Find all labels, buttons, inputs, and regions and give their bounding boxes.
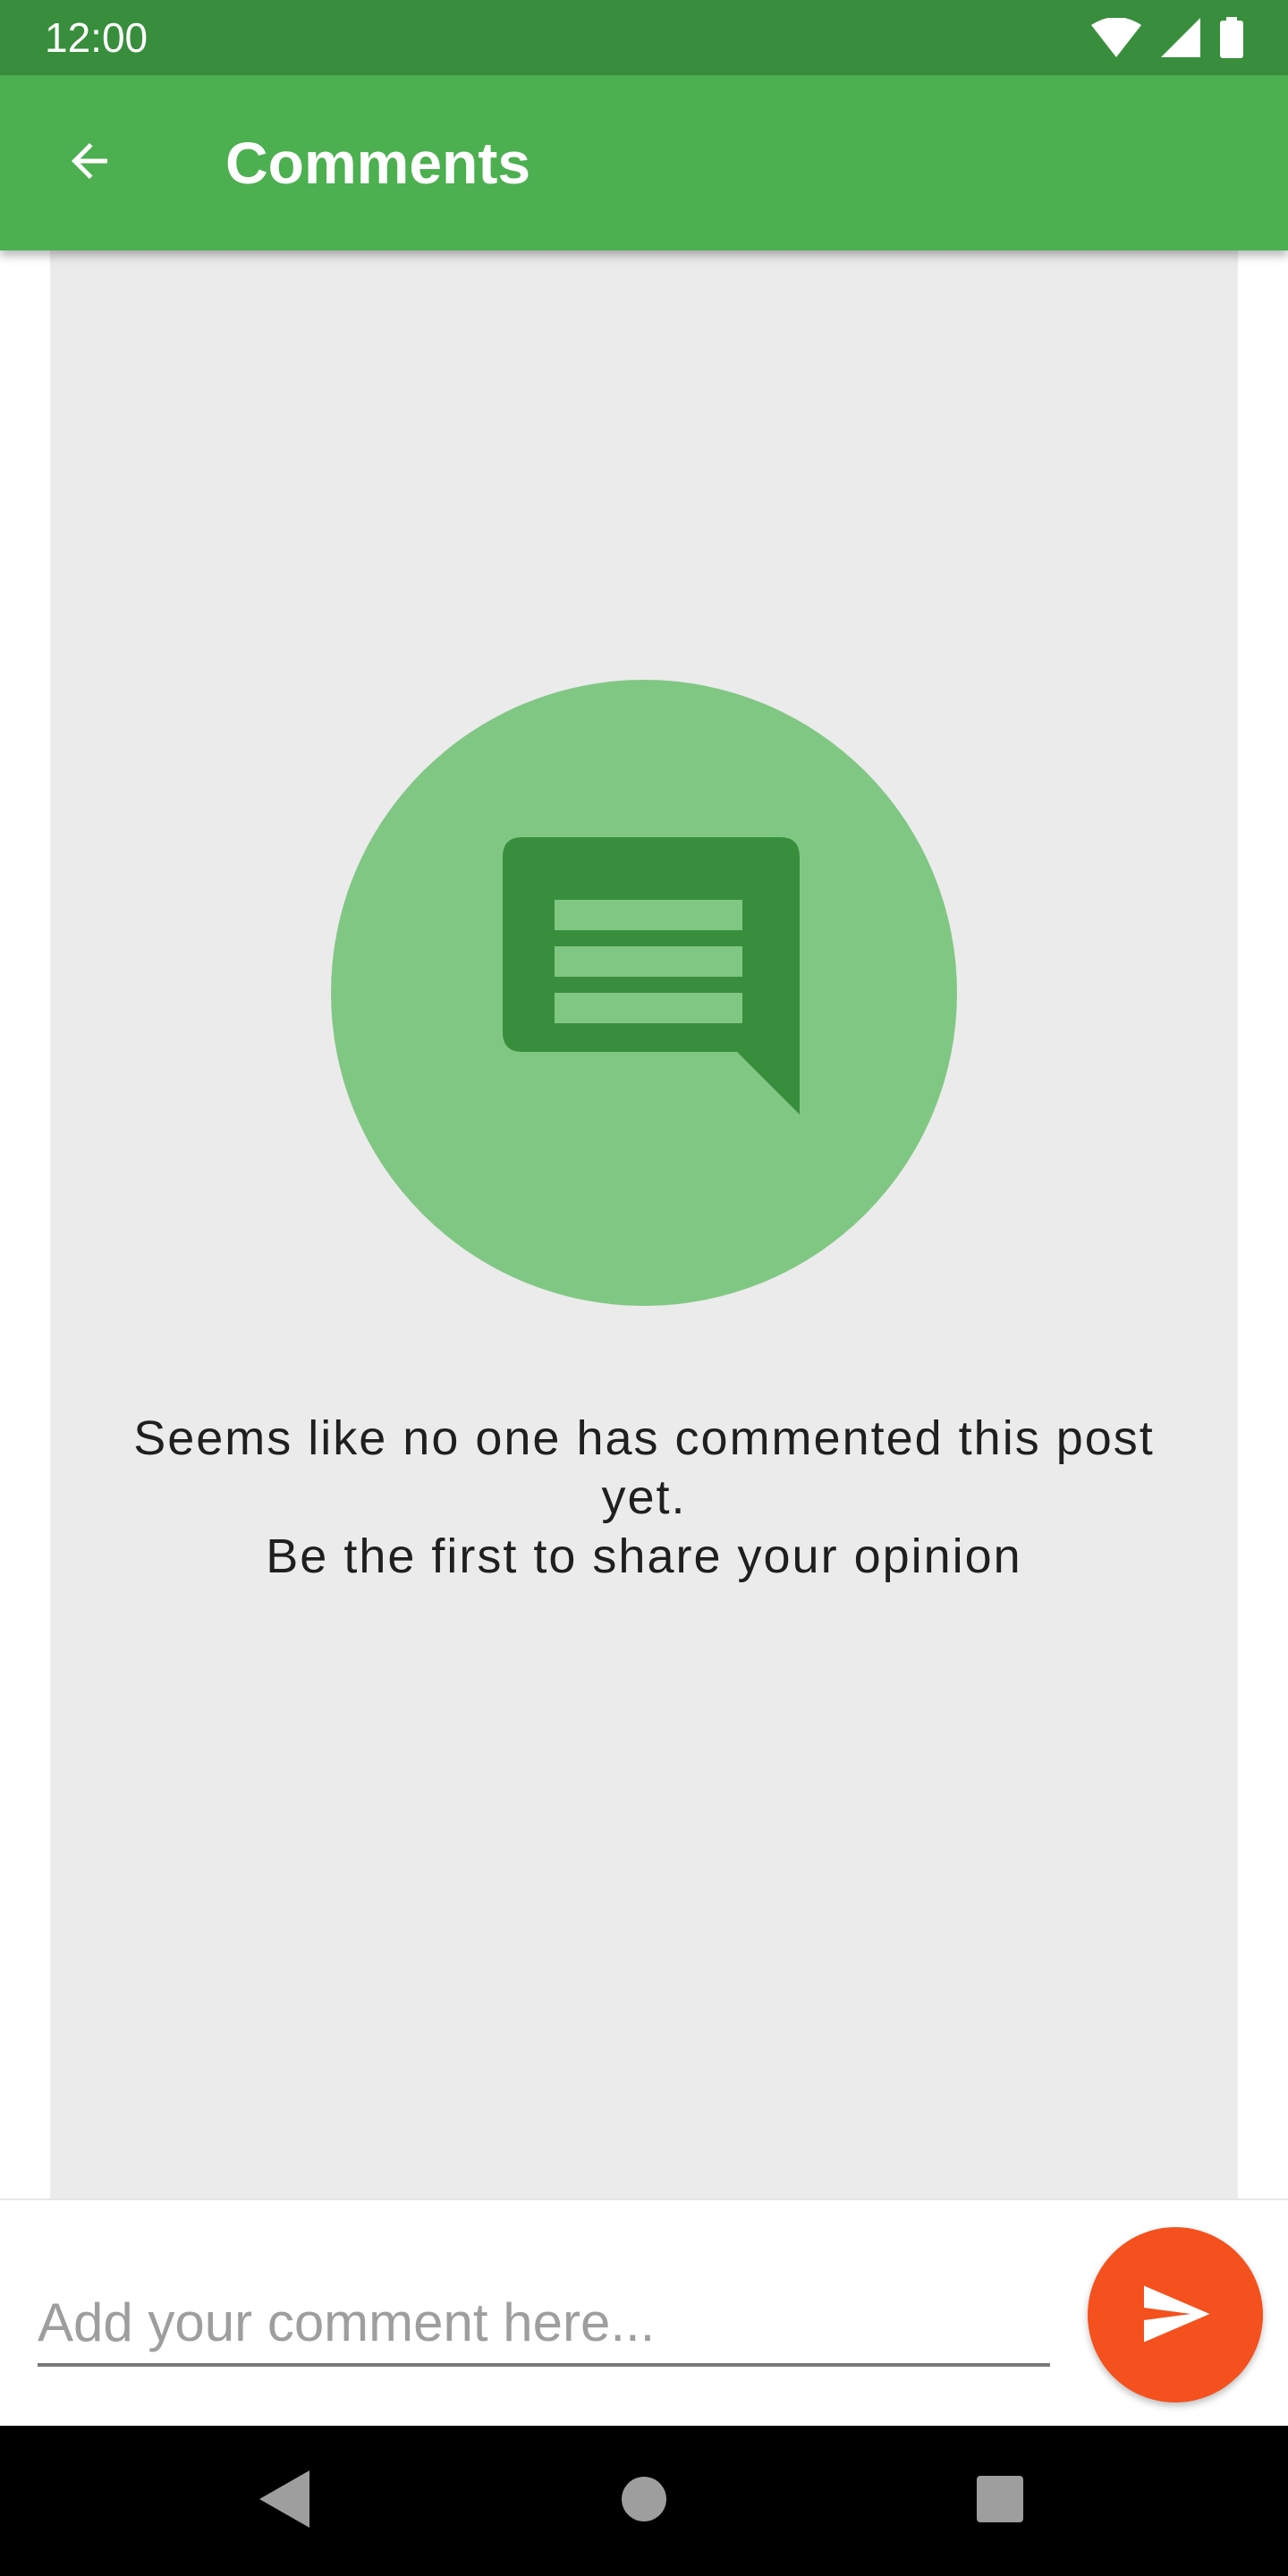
empty-state-message: Seems like no one has commented this pos… [86,1409,1202,1586]
empty-message-line-3: Be the first to share your opinion [266,1530,1022,1583]
page-title: Comments [225,130,531,196]
comment-composer [0,2199,1288,2426]
comment-bubble-icon [503,837,800,1114]
nav-home-button[interactable] [608,2465,680,2537]
wifi-icon [1091,18,1141,57]
empty-message-line-2: yet. [601,1470,687,1524]
system-nav-bar [0,2426,1288,2576]
nav-back-icon [259,2470,309,2532]
signal-icon [1161,18,1200,57]
status-icons [1091,16,1243,59]
battery-icon [1220,17,1243,58]
nav-back-button[interactable] [249,2465,320,2537]
empty-message-line-1: Seems like no one has commented this pos… [133,1411,1155,1465]
send-icon [1138,2276,1213,2354]
app-bar: Comments [0,75,1288,250]
empty-state-illustration [331,680,957,1306]
comment-input[interactable] [38,2281,1050,2367]
comments-list-area[interactable]: Seems like no one has commented this pos… [50,250,1238,2199]
send-button[interactable] [1088,2227,1263,2402]
status-bar: 12:00 [0,0,1288,75]
status-time: 12:00 [45,14,148,61]
nav-recents-icon [977,2475,1023,2527]
nav-recents-button[interactable] [964,2465,1036,2537]
nav-home-icon [621,2476,667,2527]
arrow-back-icon [63,134,116,192]
back-button[interactable] [47,120,132,206]
